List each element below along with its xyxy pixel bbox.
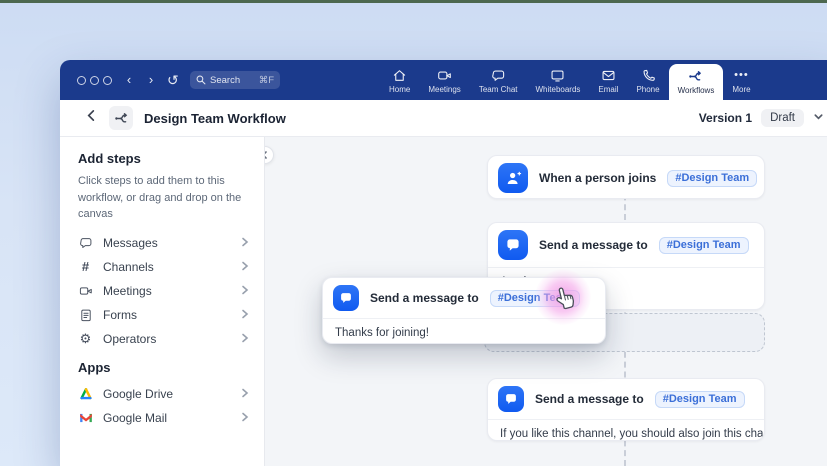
chevron-right-icon <box>240 284 250 298</box>
workflow-canvas[interactable]: When a person joins #Design Team Send a … <box>265 137 827 466</box>
tab-email[interactable]: Email <box>589 60 627 100</box>
workflow-toolbar: Design Team Workflow Version 1 Draft <box>60 100 827 137</box>
sidebar-item-operators[interactable]: ⚙ Operators <box>78 327 250 351</box>
chevron-right-icon <box>240 260 250 274</box>
step-card-send-message-2[interactable]: Send a message to #Design Team If you li… <box>487 378 765 441</box>
workflow-type-icon <box>109 106 133 130</box>
gear-icon: ⚙ <box>78 331 93 346</box>
person-add-icon <box>498 163 528 193</box>
chat-bubble-icon <box>78 235 93 250</box>
window-zoom-button[interactable] <box>103 76 112 85</box>
home-icon <box>392 68 407 83</box>
tab-phone[interactable]: Phone <box>627 60 668 100</box>
sidebar-item-messages[interactable]: Messages <box>78 231 250 255</box>
envelope-icon <box>601 68 616 83</box>
sidebar-item-channels[interactable]: # Channels <box>78 255 250 279</box>
search-input[interactable]: Search ⌘F <box>190 71 280 89</box>
status-badge: Draft <box>761 109 804 127</box>
apps-heading: Apps <box>78 360 250 375</box>
window-close-button[interactable] <box>77 76 86 85</box>
chevron-right-icon <box>240 332 250 346</box>
sidebar-description: Click steps to add them to this workflow… <box>78 173 250 223</box>
chevron-left-icon <box>85 109 98 122</box>
workflow-icon <box>688 69 703 84</box>
chat-bubble-icon <box>491 68 506 83</box>
tab-whiteboards[interactable]: Whiteboards <box>527 60 590 100</box>
card-title: Send a message to <box>370 291 479 305</box>
version-label: Version 1 <box>699 111 752 125</box>
main-navigation: Home Meetings Team Chat Whiteboards Emai… <box>380 60 760 100</box>
video-camera-icon <box>78 283 93 298</box>
card-title: When a person joins <box>539 171 656 185</box>
channel-chip: #Design Team <box>655 391 745 408</box>
card-title: Send a message to <box>539 238 648 252</box>
tab-home[interactable]: Home <box>380 60 419 100</box>
sidebar-item-forms[interactable]: Forms <box>78 303 250 327</box>
window-minimize-button[interactable] <box>90 76 99 85</box>
trigger-card-person-joins[interactable]: When a person joins #Design Team <box>487 155 765 199</box>
tab-meetings[interactable]: Meetings <box>419 60 469 100</box>
zoom-app-window: ‹ › ↺ Search ⌘F Home Meetings Team Chat <box>60 60 827 466</box>
sidebar-collapse-button[interactable] <box>265 146 274 164</box>
history-back-button[interactable]: ‹ <box>122 72 136 88</box>
step-list: Messages # Channels Meetings Forms <box>78 231 250 351</box>
search-shortcut: ⌘F <box>259 75 274 86</box>
add-steps-sidebar: Add steps Click steps to add them to thi… <box>60 137 265 466</box>
hash-icon: # <box>78 259 93 274</box>
tab-workflows-active[interactable]: Workflows <box>669 64 724 100</box>
version-dropdown-button[interactable] <box>813 109 824 127</box>
chevron-left-icon <box>265 151 269 159</box>
channel-chip: #Design Team <box>659 237 749 254</box>
message-bubble-icon <box>498 386 524 412</box>
chevron-right-icon <box>240 308 250 322</box>
chevron-right-icon <box>240 387 250 401</box>
screen-top-edge <box>0 0 827 3</box>
channel-chip: #Design Team <box>667 170 757 187</box>
search-icon <box>196 75 206 85</box>
phone-icon <box>641 68 656 83</box>
tab-team-chat[interactable]: Team Chat <box>470 60 527 100</box>
chevron-down-icon <box>813 111 824 122</box>
google-mail-icon <box>78 410 93 425</box>
message-bubble-icon <box>333 285 359 311</box>
chevron-right-icon <box>240 236 250 250</box>
sidebar-item-meetings[interactable]: Meetings <box>78 279 250 303</box>
whiteboard-icon <box>550 68 565 83</box>
chevron-right-icon <box>240 411 250 425</box>
message-bubble-icon <box>498 230 528 260</box>
video-camera-icon <box>437 68 452 83</box>
sidebar-item-google-drive[interactable]: Google Drive <box>78 382 250 406</box>
clipboard-icon <box>78 307 93 322</box>
ellipsis-icon: ••• <box>734 68 749 83</box>
sidebar-item-google-mail[interactable]: Google Mail <box>78 406 250 430</box>
google-drive-icon <box>78 386 93 401</box>
history-icon[interactable]: ↺ <box>167 71 179 89</box>
search-placeholder: Search <box>210 75 240 86</box>
card-title: Send a message to <box>535 392 644 406</box>
sidebar-heading: Add steps <box>78 151 250 166</box>
message-preview: If you like this channel, you should als… <box>488 420 764 441</box>
back-button[interactable] <box>85 109 98 127</box>
history-forward-button[interactable]: › <box>144 72 158 88</box>
tab-more[interactable]: ••• More <box>723 60 759 100</box>
app-navbar: ‹ › ↺ Search ⌘F Home Meetings Team Chat <box>60 60 827 100</box>
page-title: Design Team Workflow <box>144 111 286 126</box>
